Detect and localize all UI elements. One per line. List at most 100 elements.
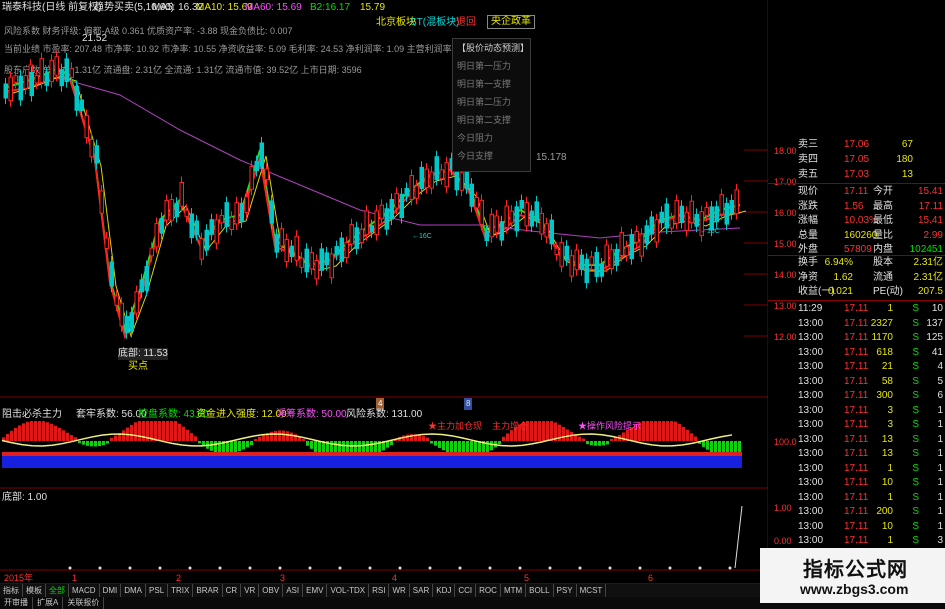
tick-time: 13:00: [798, 433, 824, 445]
tick-price: 17.11: [844, 491, 869, 503]
tick-price: 17.11: [844, 477, 869, 488]
quote-row: 13:00 17.11 3 S 1: [768, 404, 945, 418]
tick-price: 17.11: [844, 535, 869, 546]
tick-vol: 1: [887, 303, 893, 314]
tab-macd[interactable]: MACD: [69, 584, 100, 597]
stat2-label-a: 换手: [798, 257, 818, 268]
quote-row: 13:00 17.11 13 S 1: [768, 433, 945, 447]
tick-count: 1: [937, 448, 943, 459]
tick-time: 13:00: [798, 520, 824, 532]
tab-roc[interactable]: ROC: [476, 584, 501, 597]
menu-item-5[interactable]: 今日阻力: [453, 129, 530, 147]
tick-time: 13:00: [798, 477, 824, 488]
tick-side: S: [912, 317, 919, 329]
tick-time: 13:00: [798, 390, 824, 401]
tick-side: S: [912, 303, 919, 314]
tick-side: S: [912, 375, 919, 387]
tab-sar[interactable]: SAR: [410, 584, 434, 597]
high-marker: 21.52: [82, 33, 108, 44]
ask-vol: 180: [896, 154, 913, 165]
stat-value-b: 15.41: [917, 186, 943, 197]
tab-rsi[interactable]: RSI: [369, 584, 390, 597]
tab-mcst[interactable]: MCST: [577, 584, 607, 597]
stat-label-a: 涨跌: [798, 200, 818, 212]
stock-chart-window: 瑞泰科技(日线 前复权) 趋势买卖(5,10,60) MA5: 16.32 MA…: [0, 0, 945, 609]
tick-price: 17.11: [844, 520, 869, 532]
tick-price: 17.11: [844, 448, 869, 459]
tick-price: 17.11: [844, 332, 869, 343]
stat2-label-b: 流通: [873, 271, 893, 283]
candlestick-chart[interactable]: [0, 0, 768, 583]
tab-vr[interactable]: VR: [241, 584, 260, 597]
menu-item-3[interactable]: 明日第二压力: [453, 93, 530, 111]
tab-模板[interactable]: 模板: [23, 584, 46, 597]
quote-row: 总量 160260 量比 2.99: [768, 229, 945, 243]
tick-side: S: [912, 332, 919, 343]
menu-item-1[interactable]: 明日第一压力: [453, 57, 530, 75]
tick-vol: 21: [881, 361, 893, 372]
quote-row: 收益(一) 0.021 PE(动) 207.5: [768, 285, 945, 299]
tick-price: 17.11: [844, 317, 869, 329]
quote-row: 11:29 17.11 1 S 10: [768, 302, 945, 316]
bottom-item-0[interactable]: 开审播: [0, 597, 33, 609]
tick-side: S: [912, 520, 919, 532]
ind1-op: ★操作风险提示: [578, 421, 642, 431]
tab-psy[interactable]: PSY: [554, 584, 577, 597]
bottom-item-1[interactable]: 扩展A: [33, 597, 64, 609]
stat-value-b: 2.99: [923, 229, 943, 241]
tab-wr[interactable]: WR: [389, 584, 410, 597]
tick-price: 17.11: [844, 346, 869, 358]
tick-side: S: [912, 361, 919, 372]
tab-psl[interactable]: PSL: [146, 584, 169, 597]
quote-row: 13:00 17.11 10 S 1: [768, 476, 945, 490]
tab-cr[interactable]: CR: [223, 584, 242, 597]
bottom-item-2[interactable]: 关联报价: [63, 597, 105, 609]
tick-vol: 3: [887, 404, 893, 416]
tick-vol: 1: [887, 491, 893, 503]
tab-cci[interactable]: CCI: [455, 584, 477, 597]
quote-row: 换手 6.94% 股本 2.31亿: [768, 256, 945, 270]
quote-separator-2: [768, 255, 945, 256]
mid-marker: 15.178: [536, 152, 567, 163]
tick-vol: 618: [876, 346, 893, 358]
quote-row: 涨跌 1.56 最高 17.11: [768, 200, 945, 214]
tab-obv[interactable]: OBV: [259, 584, 284, 597]
tick-count: 3: [937, 535, 943, 546]
tick-vol: 3: [887, 419, 893, 430]
stat2-label-b: 股本: [873, 257, 893, 268]
menu-item-2[interactable]: 明日第一支撑: [453, 75, 530, 93]
quote-row: 净资 1.62 流通 2.31亿: [768, 271, 945, 285]
menu-item-4[interactable]: 明日第二支撑: [453, 111, 530, 129]
ind1-title: 阻击必杀主力: [2, 409, 62, 420]
quote-row: 13:00 17.11 300 S 6: [768, 389, 945, 403]
tick-vol: 13: [881, 433, 893, 445]
tab-asi[interactable]: ASI: [283, 584, 304, 597]
tab-指标[interactable]: 指标: [0, 584, 23, 597]
tick-vol: 2327: [870, 317, 893, 329]
tick-price: 17.11: [844, 361, 869, 372]
tab-dma[interactable]: DMA: [121, 584, 147, 597]
quote-row: 现价 17.11 今开 15.41: [768, 185, 945, 199]
tab-mtm[interactable]: MTM: [501, 584, 527, 597]
tick-vol: 1: [887, 535, 893, 546]
menu-item-0[interactable]: 【股价动态预测】: [453, 39, 530, 57]
tab-emv[interactable]: EMV: [303, 584, 328, 597]
ind1-main-in: ★主力加仓现: [428, 421, 483, 431]
tab-dmi[interactable]: DMI: [100, 584, 122, 597]
tick-time: 13:00: [798, 491, 824, 503]
tab-kdj[interactable]: KDJ: [433, 584, 456, 597]
tick-count: 5: [937, 375, 943, 387]
tick-time: 13:00: [798, 419, 824, 430]
prediction-menu[interactable]: 【股价动态预测】 明日第一压力 明日第一支撑 明日第二压力 明日第二支撑 今日阻…: [452, 38, 531, 172]
tick-side: S: [912, 448, 919, 459]
tab-trix[interactable]: TRIX: [168, 584, 194, 597]
stat-label-a: 现价: [798, 186, 818, 197]
menu-item-6[interactable]: 今日支撑: [453, 147, 530, 165]
tab-brar[interactable]: BRAR: [193, 584, 223, 597]
tick-count: 1: [937, 506, 943, 517]
tab-boll[interactable]: BOLL: [526, 584, 554, 597]
ind1-p5: 风险系数: 131.00: [346, 409, 423, 420]
tab-全部[interactable]: 全部: [46, 584, 69, 597]
tick-side: S: [912, 506, 919, 517]
tab-vol-tdx[interactable]: VOL-TDX: [327, 584, 370, 597]
